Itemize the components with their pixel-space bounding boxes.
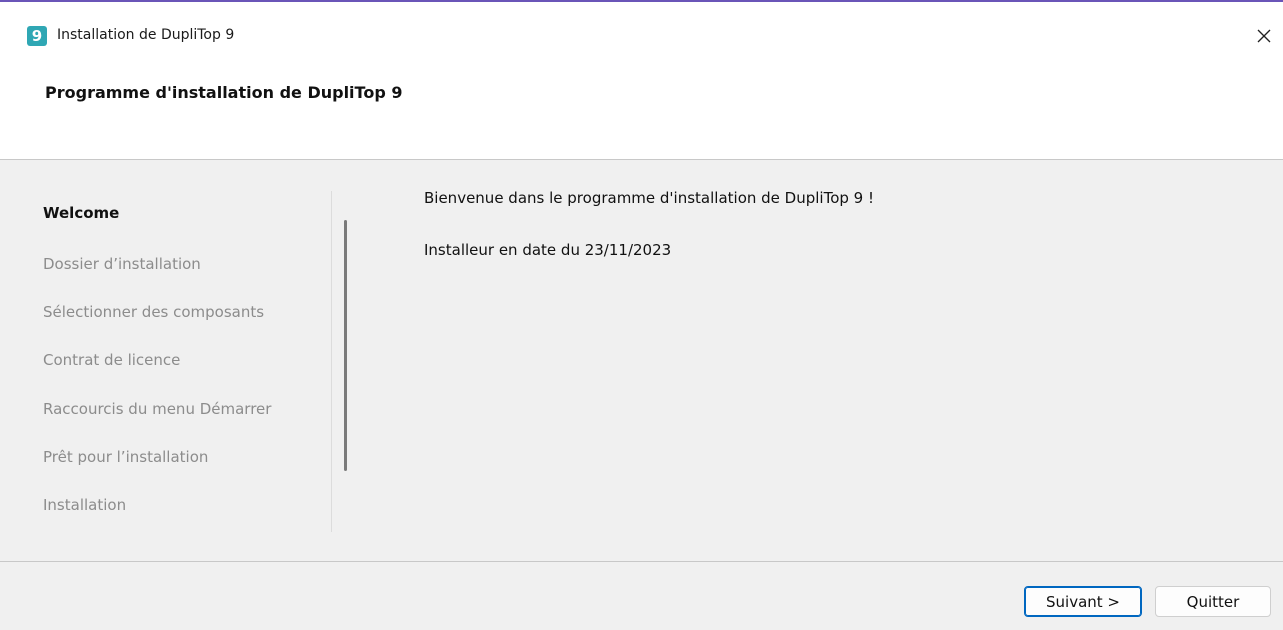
scrollbar[interactable] [344,220,347,471]
step-ready-to-install: Prêt pour l’installation [43,448,209,466]
installer-body: Welcome Dossier d’installation Sélection… [0,160,1283,561]
steps-list: Welcome Dossier d’installation Sélection… [0,160,330,561]
step-installation: Installation [43,496,127,514]
installer-date-text: Installeur en date du 23/11/2023 [424,241,672,259]
app-icon: 9 [27,26,47,46]
quit-button[interactable]: Quitter [1155,586,1271,617]
installer-window: 9 Installation de DupliTop 9 Programme d… [0,0,1283,630]
title-bar[interactable]: 9 Installation de DupliTop 9 [0,2,1283,62]
installer-header: Programme d'installation de DupliTop 9 [0,62,1283,159]
welcome-text: Bienvenue dans le programme d'installati… [424,189,874,207]
steps-divider [331,191,332,532]
step-welcome: Welcome [43,204,120,222]
step-select-components: Sélectionner des composants [43,303,265,321]
page-title: Programme d'installation de DupliTop 9 [45,83,403,102]
close-button[interactable] [1250,22,1278,50]
close-icon [1257,29,1271,43]
step-start-menu-shortcuts: Raccourcis du menu Démarrer [43,400,272,418]
next-button[interactable]: Suivant > [1024,586,1142,617]
step-install-folder: Dossier d’installation [43,255,201,273]
button-bar: Suivant > Quitter [0,562,1283,630]
step-license-agreement: Contrat de licence [43,351,181,369]
window-title: Installation de DupliTop 9 [57,27,235,43]
